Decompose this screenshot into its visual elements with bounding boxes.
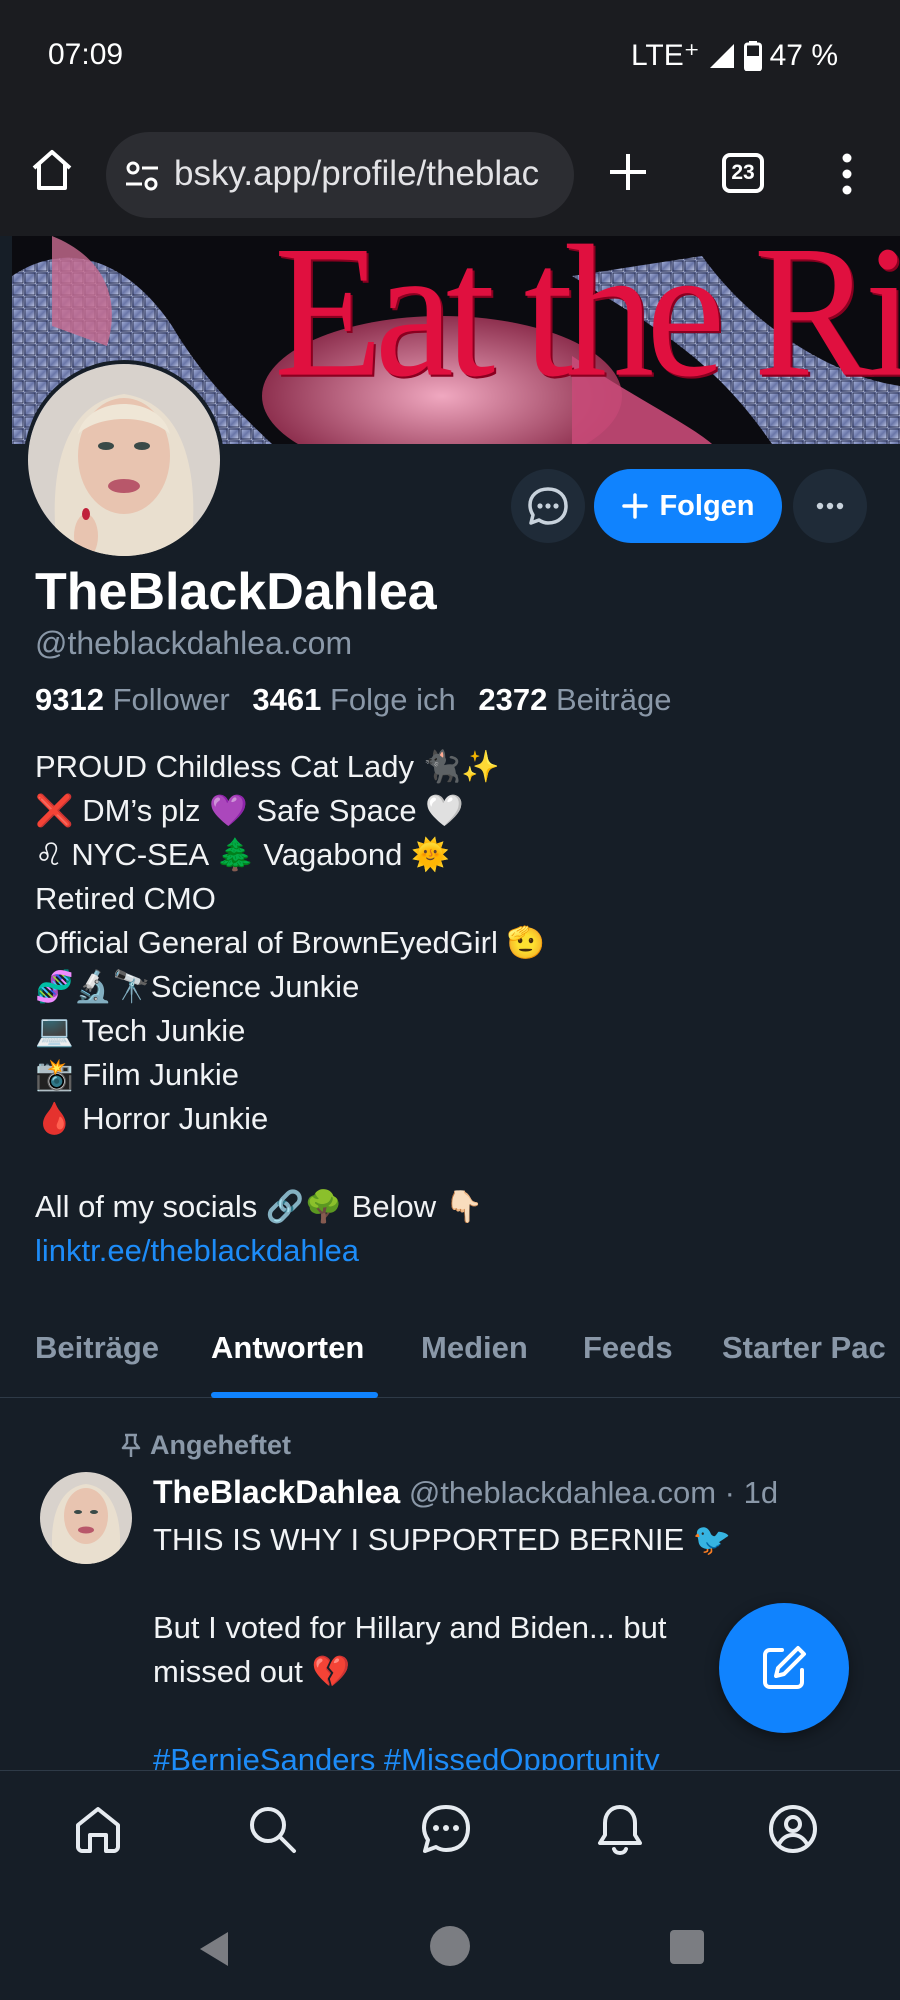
profile-avatar[interactable] — [24, 360, 224, 560]
followers-count: 9312 — [35, 682, 104, 717]
follow-button[interactable]: Folgen — [594, 469, 782, 543]
posts-label: Beiträge — [555, 682, 672, 717]
plus-icon — [622, 493, 649, 519]
display-name: TheBlackDahlea — [35, 563, 437, 621]
network-label: LTE⁺ — [630, 39, 700, 72]
recent-apps-icon[interactable] — [670, 1930, 704, 1964]
search-icon[interactable] — [244, 1801, 300, 1857]
battery-icon — [743, 40, 762, 71]
following-count: 3461 — [252, 682, 322, 717]
compose-post-button[interactable] — [719, 1603, 849, 1733]
bio-line: 💻 Tech Junkie — [35, 1013, 246, 1048]
pinned-indicator: Angeheftet — [120, 1430, 291, 1461]
system-home-icon[interactable] — [430, 1926, 470, 1966]
bottom-navigation — [0, 1770, 900, 1890]
profile-stats: 9312 Follower 3461 Folge ich 2372 Beiträ… — [35, 682, 671, 718]
battery-percent: 47 % — [769, 38, 838, 72]
bio-link[interactable]: linktr.ee/theblackdahlea — [35, 1233, 359, 1268]
bio-line: ❌ DM’s plz 💜 Safe Space 🤍 — [35, 793, 464, 828]
new-tab-icon[interactable] — [606, 150, 650, 194]
bio-line: Official General of BrownEyedGirl 🫡 — [35, 925, 546, 960]
chat-bubble-icon — [528, 487, 568, 525]
profile-bio: PROUD Childless Cat Lady 🐈‍⬛✨ ❌ DM’s plz… — [35, 745, 875, 1273]
chat-icon[interactable] — [418, 1801, 474, 1857]
followers-stat[interactable]: 9312 Follower — [35, 682, 230, 717]
tab-starter-packs[interactable]: Starter Pac — [722, 1330, 886, 1366]
tab-replies[interactable]: Antworten — [211, 1330, 364, 1366]
status-time: 07:09 — [48, 38, 124, 71]
post-author-avatar[interactable] — [40, 1472, 132, 1564]
url-text: bsky.app/profile/theblac — [174, 154, 540, 193]
ellipsis-icon — [816, 502, 844, 510]
pinned-label: Angeheftet — [150, 1430, 291, 1460]
browser-toolbar: bsky.app/profile/theblac 23 — [0, 110, 900, 236]
browser-home-icon[interactable] — [28, 146, 76, 194]
bio-line: PROUD Childless Cat Lady 🐈‍⬛✨ — [35, 749, 500, 784]
tab-feeds[interactable]: Feeds — [583, 1330, 673, 1366]
profile-tabs: Beiträge Antworten Medien Feeds Starter … — [0, 1316, 900, 1398]
bell-icon[interactable] — [592, 1801, 648, 1857]
status-indicators: LTE⁺ 47 % — [631, 38, 838, 73]
profile-icon[interactable] — [765, 1801, 821, 1857]
more-options-button[interactable] — [793, 469, 867, 543]
following-label: Folge ich — [329, 682, 456, 717]
message-button[interactable] — [511, 469, 585, 543]
post-header: TheBlackDahlea @theblackdahlea.com · 1d — [153, 1474, 778, 1511]
url-bar[interactable]: bsky.app/profile/theblac — [106, 132, 574, 218]
home-icon[interactable] — [70, 1801, 126, 1857]
post-author-name[interactable]: TheBlackDahlea — [153, 1474, 400, 1510]
tab-switcher-button[interactable]: 23 — [722, 153, 764, 193]
site-settings-icon[interactable] — [122, 156, 162, 196]
post-line: THIS IS WHY I SUPPORTED BERNIE 🐦 — [153, 1522, 732, 1557]
bio-line: All of my socials 🔗🌳 Below 👇🏻 — [35, 1189, 484, 1224]
pin-icon — [121, 1433, 141, 1457]
bio-line: Retired CMO — [35, 881, 216, 916]
posts-count: 2372 — [478, 682, 548, 717]
profile-handle: @theblackdahlea.com — [35, 625, 353, 661]
following-stat[interactable]: 3461 Folge ich — [252, 682, 455, 717]
status-bar: 07:09 LTE⁺ 47 % — [0, 0, 900, 110]
active-tab-indicator — [211, 1392, 378, 1398]
system-navigation — [0, 1890, 900, 2000]
bio-line: ♌ NYC-SEA 🌲 Vagabond 🌞 — [35, 837, 450, 872]
overflow-menu-icon[interactable] — [832, 150, 862, 198]
tab-media[interactable]: Medien — [421, 1330, 528, 1366]
post-meta: @theblackdahlea.com · 1d — [408, 1475, 779, 1510]
banner-text: Eat the Rich — [274, 236, 900, 416]
follow-label: Folgen — [659, 489, 755, 522]
compose-icon — [763, 1646, 806, 1689]
followers-label: Follower — [112, 682, 230, 717]
bio-line: 📸 Film Junkie — [35, 1057, 239, 1092]
tab-posts[interactable]: Beiträge — [35, 1330, 159, 1366]
signal-icon — [708, 42, 736, 70]
back-icon[interactable] — [196, 1930, 230, 1973]
bio-line: 🧬🔬🔭Science Junkie — [35, 969, 360, 1004]
posts-stat: 2372 Beiträge — [478, 682, 671, 717]
bio-line: 🩸 Horror Junkie — [35, 1101, 269, 1136]
